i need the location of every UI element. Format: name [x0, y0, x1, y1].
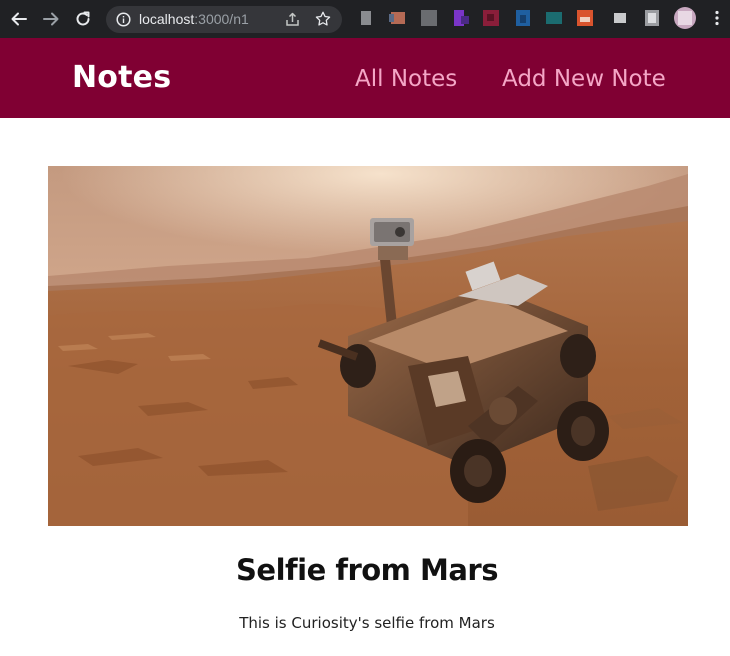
forward-button[interactable] — [40, 8, 62, 30]
nav-add-new-note[interactable]: Add New Note — [502, 66, 666, 92]
note-title: Selfie from Mars — [236, 553, 498, 587]
url-text[interactable]: localhost:3000/n1 — [139, 11, 249, 27]
reload-icon — [74, 10, 92, 28]
extension-icon[interactable] — [420, 9, 438, 27]
extension-icon[interactable] — [643, 9, 661, 27]
note-body: This is Curiosity's selfie from Mars — [239, 614, 495, 632]
address-bar[interactable]: localhost:3000/n1 — [106, 6, 342, 33]
note-image — [48, 166, 688, 526]
nav-all-notes[interactable]: All Notes — [355, 66, 457, 92]
extension-icon[interactable] — [389, 9, 407, 27]
profile-avatar[interactable] — [674, 7, 696, 29]
reload-button[interactable] — [72, 8, 94, 30]
extension-icon[interactable] — [576, 9, 594, 27]
info-icon[interactable] — [116, 12, 131, 31]
extension-icon[interactable] — [482, 9, 500, 27]
arrow-right-icon — [42, 10, 60, 28]
share-icon[interactable] — [284, 11, 301, 32]
brand-logo[interactable]: Notes — [72, 60, 171, 95]
menu-icon[interactable] — [708, 9, 726, 27]
extension-icon[interactable] — [451, 9, 469, 27]
browser-toolbar: localhost:3000/n1 — [0, 0, 730, 38]
extension-icon[interactable] — [514, 9, 532, 27]
arrow-left-icon — [10, 10, 28, 28]
url-path: :3000/n1 — [194, 11, 249, 27]
back-button[interactable] — [8, 8, 30, 30]
url-host: localhost — [139, 11, 195, 27]
star-icon[interactable] — [314, 10, 332, 32]
extension-icon[interactable] — [611, 9, 629, 27]
mars-rover-photo — [48, 166, 688, 526]
extension-icon[interactable] — [357, 9, 375, 27]
extension-icon[interactable] — [545, 9, 563, 27]
site-header: Notes All Notes Add New Note — [0, 38, 730, 118]
